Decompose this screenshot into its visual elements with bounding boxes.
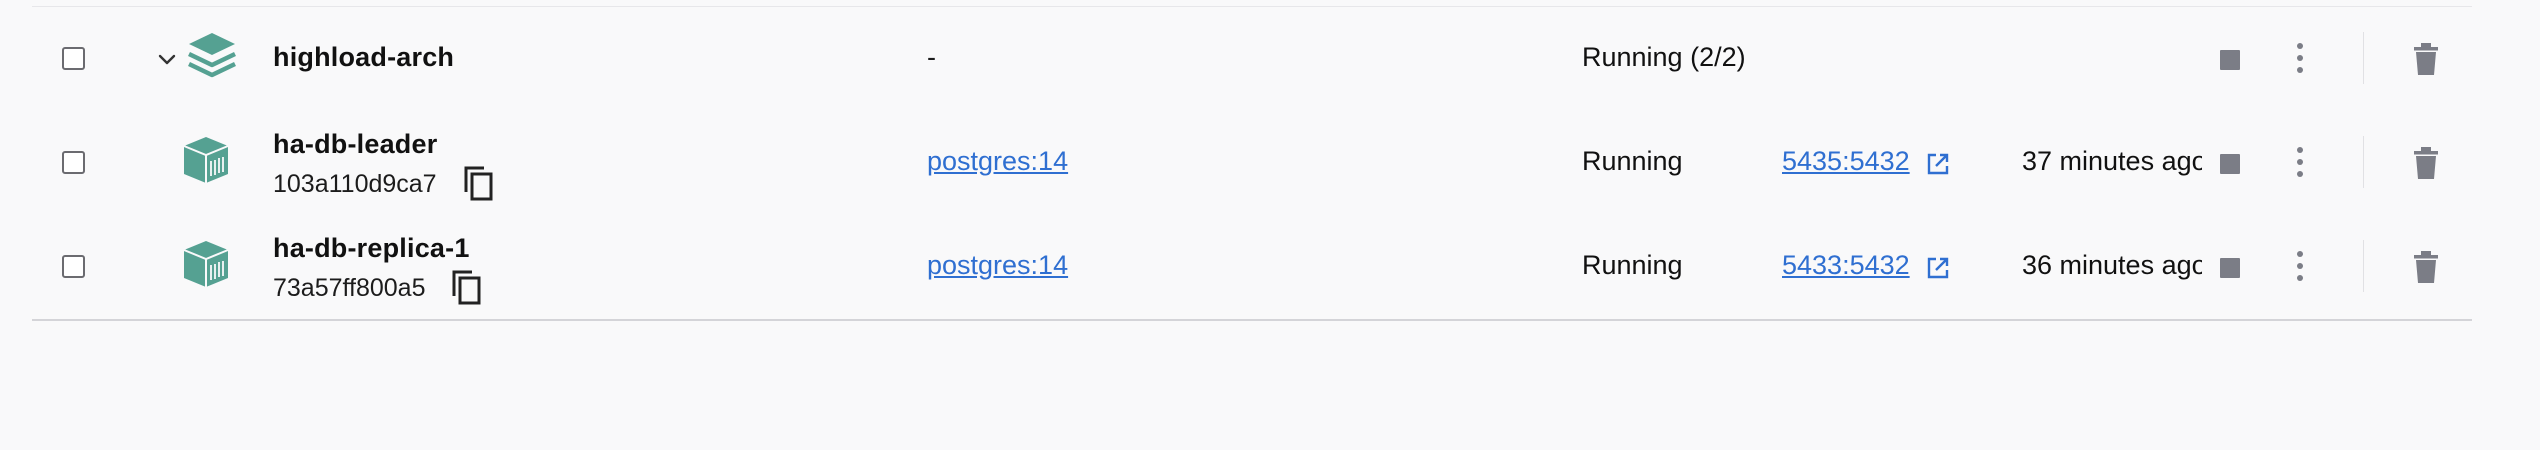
trash-icon[interactable] [2411,42,2441,76]
more-vertical-icon[interactable] [2290,40,2310,76]
started-time: 36 minutes ago [2022,250,2202,280]
more-vertical-icon[interactable] [2290,248,2310,284]
action-divider [2363,32,2364,84]
group-image-cell: - [927,42,936,72]
container-icon [183,241,229,287]
group-name: highload-arch [273,42,455,72]
stack-icon [188,33,236,78]
external-link-icon[interactable] [1926,152,1950,176]
container-status: Running [1582,250,1683,280]
container-select-checkbox[interactable] [62,151,85,174]
stop-icon[interactable] [2220,154,2240,174]
started-time: 37 minutes ago [2022,146,2202,176]
chevron-down-icon[interactable] [156,48,178,70]
container-id: 73a57ff800a5 [273,274,426,302]
container-row[interactable]: ha-db-replica-1 73a57ff800a5 postgres:14… [0,216,2540,320]
external-link-icon[interactable] [1926,256,1950,280]
container-name: ha-db-replica-1 [273,233,470,263]
container-row[interactable]: ha-db-leader 103a110d9ca7 postgres:14 Ru… [0,112,2540,216]
more-vertical-icon[interactable] [2290,144,2310,180]
image-link[interactable]: postgres:14 [927,146,1068,177]
copy-icon[interactable] [462,164,496,202]
container-name: ha-db-leader [273,129,438,159]
action-divider [2363,136,2364,188]
port-link[interactable]: 5435:5432 [1782,146,1910,177]
image-link[interactable]: postgres:14 [927,250,1068,281]
group-status: Running (2/2) [1582,42,1746,72]
copy-icon[interactable] [450,268,484,306]
group-select-checkbox[interactable] [62,47,85,70]
container-select-checkbox[interactable] [62,255,85,278]
trash-icon[interactable] [2411,146,2441,180]
table-top-border [32,6,2472,7]
container-id: 103a110d9ca7 [273,170,437,198]
table-bottom-border [32,319,2472,321]
port-link[interactable]: 5433:5432 [1782,250,1910,281]
compose-group-row[interactable]: highload-arch - Running (2/2) [0,8,2540,112]
trash-icon[interactable] [2411,250,2441,284]
container-icon [183,137,229,183]
stop-icon[interactable] [2220,50,2240,70]
stop-icon[interactable] [2220,258,2240,278]
action-divider [2363,240,2364,292]
container-status: Running [1582,146,1683,176]
